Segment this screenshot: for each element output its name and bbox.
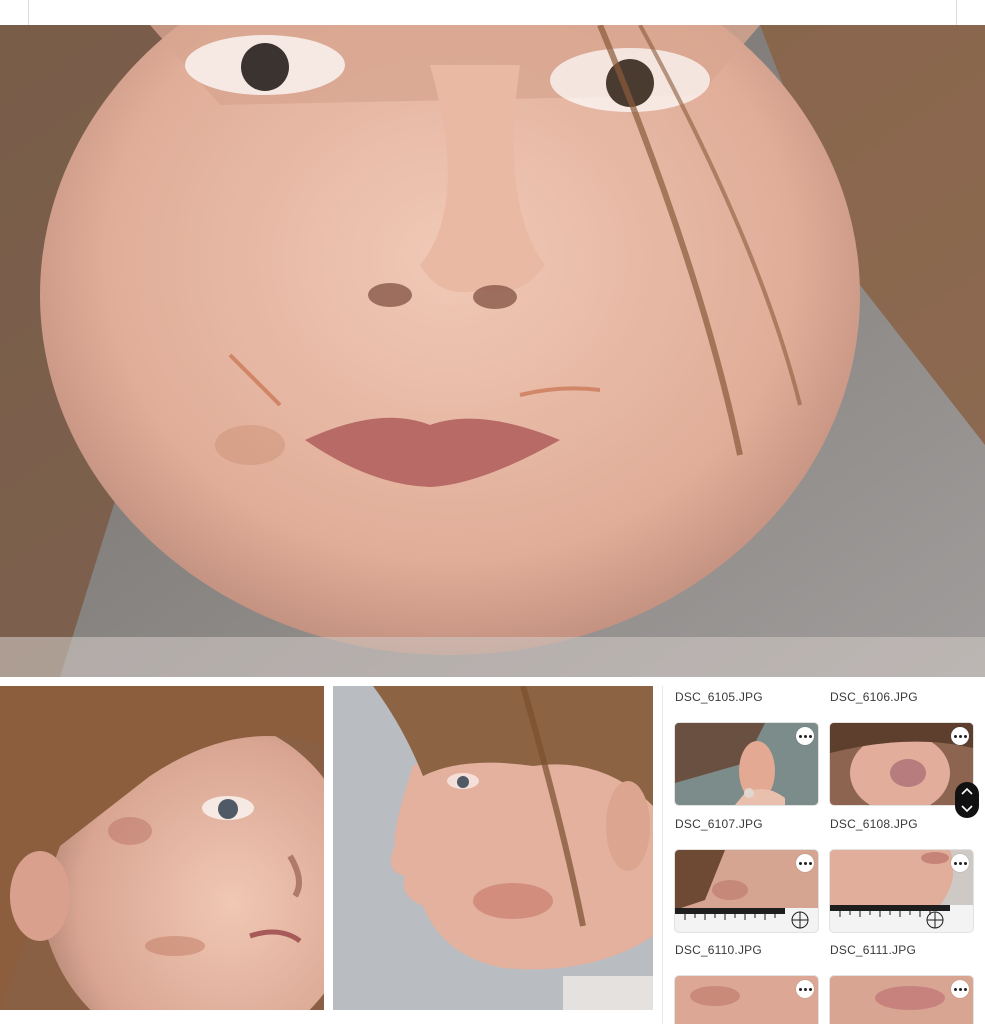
thumbnail-dsc-6106[interactable] bbox=[830, 723, 973, 805]
hero-photo[interactable] bbox=[0, 25, 985, 677]
thumbnail-dsc-6110[interactable] bbox=[675, 976, 818, 1024]
chevron-down-icon[interactable] bbox=[961, 805, 973, 813]
photo-three-quarter[interactable] bbox=[0, 686, 324, 1010]
file-name: DSC_6106.JPG bbox=[830, 690, 918, 704]
more-icon[interactable] bbox=[951, 980, 969, 998]
more-icon[interactable] bbox=[951, 727, 969, 745]
divider bbox=[956, 0, 957, 25]
file-name: DSC_6110.JPG bbox=[675, 943, 762, 957]
more-icon[interactable] bbox=[796, 980, 814, 998]
file-name: DSC_6105.JPG bbox=[675, 690, 763, 704]
file-name: DSC_6107.JPG bbox=[675, 817, 763, 831]
scroll-control[interactable] bbox=[955, 782, 979, 818]
photo-profile[interactable] bbox=[333, 686, 653, 1010]
thumbnail-dsc-6108[interactable] bbox=[830, 850, 973, 932]
thumbnail-dsc-6107[interactable] bbox=[675, 850, 818, 932]
thumbnail-dsc-6111[interactable] bbox=[830, 976, 973, 1024]
file-browser-panel[interactable]: DSC_6105.JPG DSC_6106.JPG DSC_6107.JPG D… bbox=[662, 686, 985, 1024]
thumbnail-dsc-6105[interactable] bbox=[675, 723, 818, 805]
chevron-up-icon[interactable] bbox=[961, 787, 973, 795]
file-name: DSC_6111.JPG bbox=[830, 943, 916, 957]
file-name: DSC_6108.JPG bbox=[830, 817, 918, 831]
top-bar bbox=[0, 0, 985, 25]
more-icon[interactable] bbox=[951, 854, 969, 872]
divider bbox=[28, 0, 29, 25]
more-icon[interactable] bbox=[796, 727, 814, 745]
more-icon[interactable] bbox=[796, 854, 814, 872]
